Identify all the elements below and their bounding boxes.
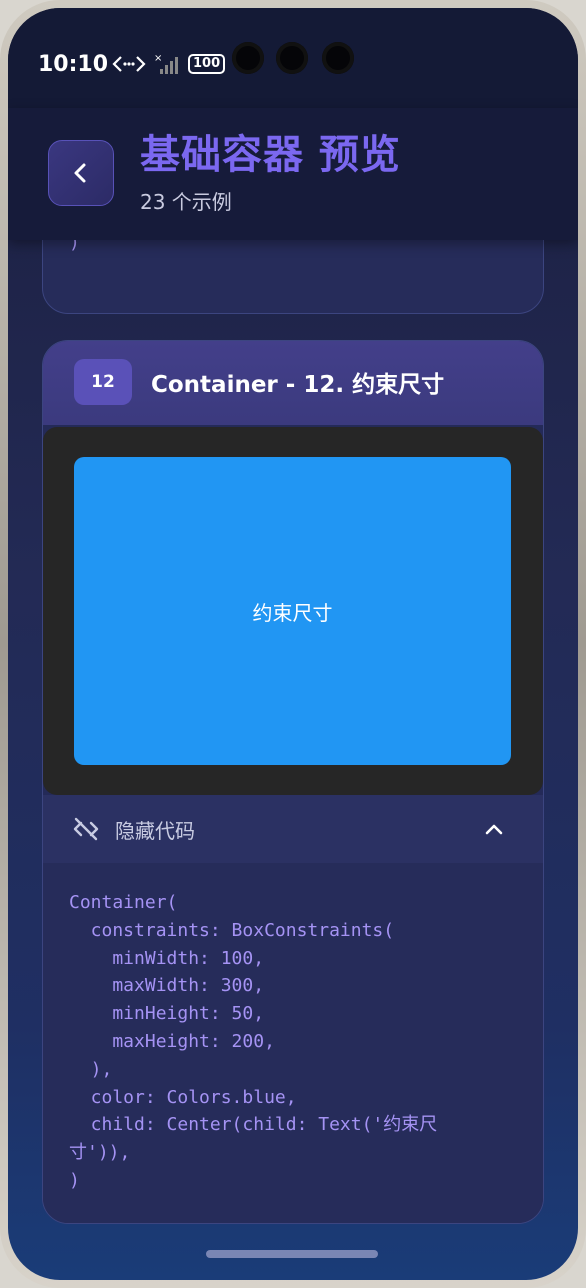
example-list[interactable]: child: Center(child: Text('平移')), ) 12 C… [8, 200, 578, 1280]
network-dev-icon [112, 56, 146, 72]
back-button[interactable] [48, 140, 114, 206]
example-card: 12 Container - 12. 约束尺寸 约束尺寸 隐藏代码 Contai… [42, 340, 544, 1224]
card-header: 12 Container - 12. 约束尺寸 [43, 341, 543, 425]
camera-icon [322, 42, 354, 74]
signal-icon: × [154, 53, 178, 74]
battery-icon: 100 [188, 54, 226, 74]
code-off-icon [73, 817, 99, 841]
example-title: Container - 12. 约束尺寸 [151, 372, 445, 398]
toggle-code-label: 隐藏代码 [115, 819, 195, 843]
code-block: Container( constraints: BoxConstraints( … [43, 863, 543, 1223]
preview-area: 约束尺寸 [43, 427, 543, 795]
status-icons: × 100 [112, 52, 226, 76]
code-snippet: Container( constraints: BoxConstraints( … [69, 892, 438, 1191]
app-header: 基础容器 预览 23 个示例 [8, 108, 578, 240]
svg-text:×: × [154, 53, 162, 64]
screen: 10:10 × 100 基础容器 预览 23 个示例) 12 Containe… [8, 8, 578, 1280]
constrained-container-preview: 约束尺寸 [74, 457, 511, 765]
camera-icon [232, 42, 264, 74]
camera-icon [276, 42, 308, 74]
phone-frame: 10:10 × 100 基础容器 预览 23 个示例) 12 Containe… [0, 0, 586, 1288]
page-title: 基础容器 预览 [140, 132, 401, 178]
preview-text: 约束尺寸 [252, 600, 333, 625]
toggle-code-button[interactable]: 隐藏代码 [43, 795, 543, 863]
status-bar: 10:10 × 100 [8, 8, 578, 108]
chevron-left-icon [74, 163, 86, 183]
status-time: 10:10 [38, 52, 109, 77]
example-count: 23 个示例 [140, 190, 232, 214]
example-index-badge: 12 [74, 359, 132, 405]
home-indicator[interactable] [206, 1250, 378, 1258]
chevron-up-icon [485, 824, 503, 835]
